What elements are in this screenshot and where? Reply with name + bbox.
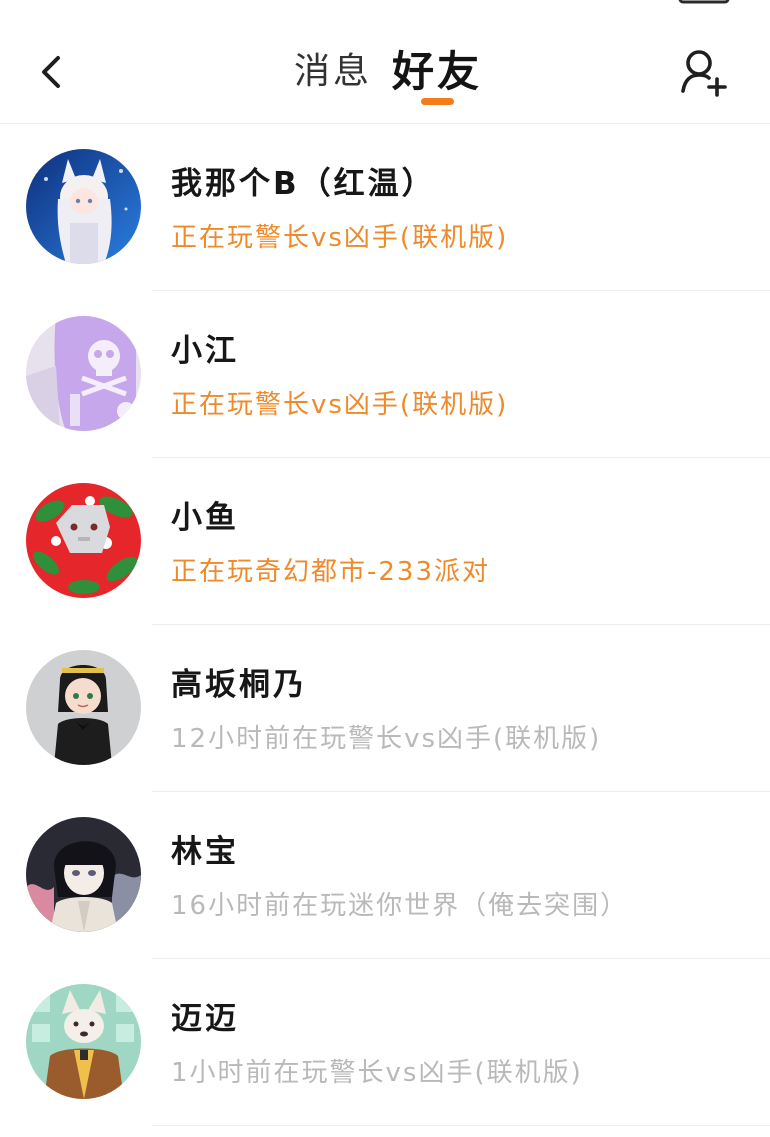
avatar[interactable] [26,817,141,932]
avatar[interactable] [26,316,141,431]
friend-list-item[interactable]: 迈迈 1小时前在玩警长vs凶手(联机版) [0,959,770,1126]
friend-name: 迈迈 [171,1001,239,1037]
friend-list-item[interactable]: 我那个B（红温） 正在玩警长vs凶手(联机版) [0,124,770,291]
add-user-icon [681,50,727,97]
friend-name: 小鱼 [171,500,239,536]
tab-bar: 消息 好友 [280,42,500,102]
back-button[interactable] [22,42,82,102]
status-bar [0,0,770,16]
status-bar-left-icons [22,0,242,6]
friend-name: 小江 [171,333,239,369]
avatar[interactable] [26,650,141,765]
chevron-left-icon [42,56,60,88]
friend-status: 正在玩警长vs凶手(联机版) [171,223,509,253]
avatar[interactable] [26,483,141,598]
friend-status: 正在玩奇幻都市-233派对 [171,557,491,587]
friend-name: 高坂桐乃 [171,667,307,703]
active-tab-indicator [421,98,454,105]
friend-list-item[interactable]: 小江 正在玩警长vs凶手(联机版) [0,291,770,458]
divider [152,1125,770,1126]
friend-name: 我那个B（红温） [171,166,436,202]
friend-status: 16小时前在玩迷你世界（俺去突围） [171,891,629,921]
friend-status: 12小时前在玩警长vs凶手(联机版) [171,724,602,754]
friend-list-item[interactable]: 林宝 16小时前在玩迷你世界（俺去突围） [0,792,770,959]
status-bar-right-icons [678,0,730,4]
add-friend-button[interactable] [668,42,738,102]
friend-status: 正在玩警长vs凶手(联机版) [171,390,509,420]
friend-list: 我那个B（红温） 正在玩警长vs凶手(联机版) 小江 正在玩警长vs凶手(联机版… [0,124,770,1137]
friend-list-item[interactable]: 高坂桐乃 12小时前在玩警长vs凶手(联机版) [0,625,770,792]
tab-friends[interactable]: 好友 [392,42,482,102]
friend-name: 林宝 [171,834,239,870]
friend-status: 1小时前在玩警长vs凶手(联机版) [171,1058,583,1088]
top-navigation-bar: 消息 好友 [0,16,770,124]
tab-messages[interactable]: 消息 [294,42,372,102]
avatar[interactable] [26,984,141,1099]
avatar[interactable] [26,149,141,264]
friend-list-item[interactable]: 小鱼 正在玩奇幻都市-233派对 [0,458,770,625]
